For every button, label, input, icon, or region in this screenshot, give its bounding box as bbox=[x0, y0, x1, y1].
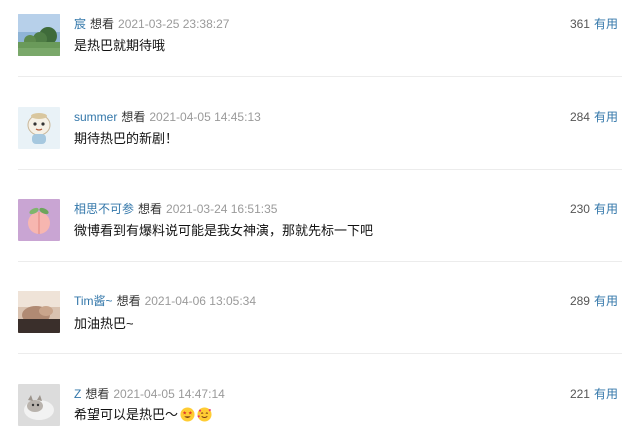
peach-avatar-icon bbox=[18, 199, 60, 241]
landscape-photo-avatar-icon bbox=[18, 14, 60, 56]
comment-text: 微博看到有爆料说可能是我女神演，那就先标一下吧 bbox=[74, 223, 374, 238]
cartoon-avatar-icon bbox=[18, 107, 60, 149]
username-link[interactable]: Z bbox=[74, 387, 81, 401]
comment-meta: Tim酱~ 想看 2021-04-06 13:05:34 bbox=[74, 293, 256, 309]
username-link[interactable]: 相思不可参 bbox=[74, 202, 134, 216]
divider bbox=[18, 261, 622, 262]
username-link[interactable]: summer bbox=[74, 110, 117, 124]
watch-status: 想看 bbox=[116, 294, 141, 308]
useful-button[interactable]: 有用 bbox=[594, 294, 618, 308]
comment-time: 2021-04-05 14:45:13 bbox=[149, 110, 261, 124]
vote-count: 284 bbox=[569, 110, 590, 124]
vote-area: 361 有用 bbox=[570, 16, 618, 32]
useful-button[interactable]: 有用 bbox=[594, 17, 618, 31]
avatar[interactable] bbox=[18, 199, 60, 241]
comment-text: 是热巴就期待哦 bbox=[74, 38, 166, 53]
avatar[interactable] bbox=[18, 384, 60, 426]
comment-meta: 宸想看 2021-03-25 23:38:27 bbox=[74, 16, 229, 32]
comment-item: Z 想看 2021-04-05 14:47:14 希望可以是热巴～ 221 有用 bbox=[0, 370, 640, 438]
comment-item: 宸想看 2021-03-25 23:38:27 是热巴就期待哦 361 有用 bbox=[0, 0, 640, 92]
vote-area: 289 有用 bbox=[570, 293, 618, 309]
useful-button[interactable]: 有用 bbox=[594, 387, 618, 401]
comment-text: 希望可以是热巴～ bbox=[74, 406, 212, 427]
comment-item: summer 想看 2021-04-05 14:45:13 期待热巴的新剧！ 284… bbox=[0, 92, 640, 184]
comment-item: 相思不可参 想看 2021-03-24 16:51:35 微博看到有爆料说可能是我女… bbox=[0, 185, 640, 277]
comment-meta: summer 想看 2021-04-05 14:45:13 bbox=[74, 109, 261, 125]
vote-area: 230 有用 bbox=[570, 201, 618, 217]
divider bbox=[18, 353, 622, 354]
vote-area: 221 有用 bbox=[570, 386, 618, 402]
watch-status: 想看 bbox=[90, 17, 115, 31]
vote-count: 289 bbox=[569, 294, 590, 308]
avatar[interactable] bbox=[18, 14, 60, 56]
star-struck-emoji-icon bbox=[180, 407, 195, 427]
comment-text: 期待热巴的新剧！ bbox=[74, 131, 179, 146]
avatar[interactable] bbox=[18, 291, 60, 333]
smiling-hearts-emoji-icon bbox=[197, 407, 212, 427]
vote-count: 221 bbox=[569, 387, 590, 401]
comment-text: 加油热巴~ bbox=[74, 316, 134, 331]
comment-time: 2021-03-25 23:38:27 bbox=[118, 17, 230, 31]
comment-time: 2021-03-24 16:51:35 bbox=[166, 202, 278, 216]
comment-meta: Z 想看 2021-04-05 14:47:14 bbox=[74, 386, 225, 402]
cat-photo-avatar-icon bbox=[18, 384, 60, 426]
useful-button[interactable]: 有用 bbox=[594, 110, 618, 124]
vote-area: 284 有用 bbox=[570, 109, 618, 125]
divider bbox=[18, 76, 622, 77]
avatar[interactable] bbox=[18, 107, 60, 149]
photo-avatar-icon bbox=[18, 291, 60, 333]
vote-count: 361 bbox=[569, 17, 590, 31]
watch-status: 想看 bbox=[138, 202, 163, 216]
divider bbox=[18, 169, 622, 170]
comment-time: 2021-04-06 13:05:34 bbox=[144, 294, 257, 308]
comment-item: Tim酱~ 想看 2021-04-06 13:05:34 加油热巴~ 289 有用 bbox=[0, 277, 640, 369]
username-link[interactable]: Tim酱~ bbox=[74, 294, 113, 308]
comment-meta: 相思不可参 想看 2021-03-24 16:51:35 bbox=[74, 201, 277, 217]
vote-count: 230 bbox=[569, 202, 590, 216]
username-link[interactable]: 宸 bbox=[74, 17, 86, 31]
watch-status: 想看 bbox=[85, 387, 110, 401]
comment-time: 2021-04-05 14:47:14 bbox=[113, 387, 225, 401]
useful-button[interactable]: 有用 bbox=[594, 202, 618, 216]
comment-text-content: 希望可以是热巴～ bbox=[74, 407, 179, 422]
watch-status: 想看 bbox=[121, 110, 146, 124]
